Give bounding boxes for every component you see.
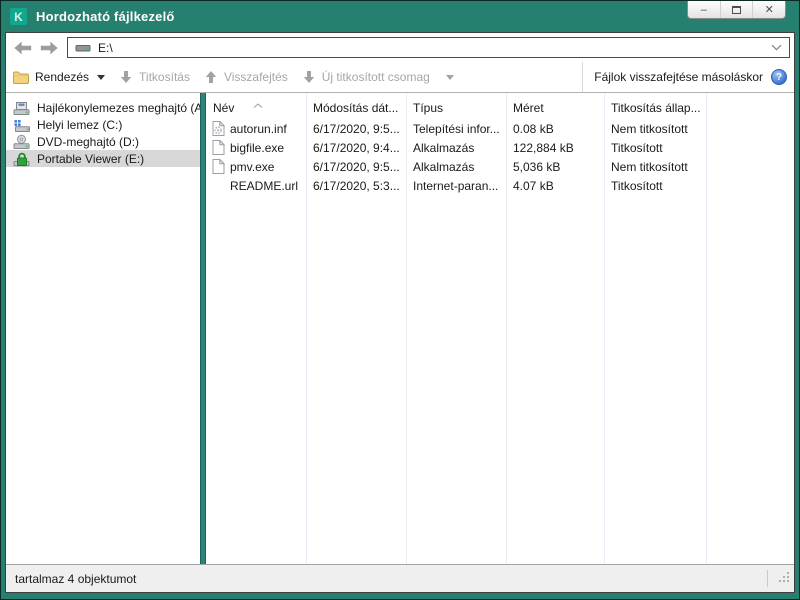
help-question-icon[interactable]: ? xyxy=(771,69,787,85)
address-combobox[interactable]: E:\ xyxy=(67,37,790,58)
new-package-dropdown-icon xyxy=(446,75,454,80)
encrypt-button[interactable]: Titkosítás xyxy=(119,70,190,84)
file-size: 5,036 kB xyxy=(506,160,604,174)
maximize-button[interactable] xyxy=(720,1,753,18)
dvd-drive-icon xyxy=(13,134,31,150)
client-area: E:\ Rendezés xyxy=(5,32,795,593)
column-separator[interactable] xyxy=(306,93,307,564)
close-button[interactable]: ✕ xyxy=(752,1,785,18)
sidebar-item-label: Hajlékonylemezes meghajtó (A:) xyxy=(37,101,200,115)
sidebar-item-label: Helyi lemez (C:) xyxy=(37,118,122,132)
file-encryption-status: Titkosított xyxy=(604,179,706,193)
arrange-button[interactable]: Rendezés xyxy=(13,70,105,84)
drive-icon xyxy=(75,42,91,54)
new-encrypted-package-label: Új titkosított csomag xyxy=(322,70,430,84)
minimize-icon: – xyxy=(701,4,707,16)
back-button[interactable] xyxy=(10,38,36,58)
file-modified: 6/17/2020, 5:3... xyxy=(306,179,406,193)
chevron-down-icon[interactable] xyxy=(771,44,782,51)
window-controls: – ✕ xyxy=(687,1,786,19)
file-encryption-status: Nem titkosított xyxy=(604,122,706,136)
encrypt-label: Titkosítás xyxy=(139,70,190,84)
file-modified: 6/17/2020, 9:5... xyxy=(306,160,406,174)
file-type: Telepítési infor... xyxy=(406,122,506,136)
file-size: 122,884 kB xyxy=(506,141,604,155)
arrange-label: Rendezés xyxy=(35,70,89,84)
toolbar: Rendezés Titkosítás Visszafejtés xyxy=(6,62,794,93)
arrow-up-icon xyxy=(204,70,218,84)
file-name: autorun.inf xyxy=(230,122,287,136)
setup-info-file-icon xyxy=(212,121,225,136)
file-icon xyxy=(212,140,225,155)
file-encryption-status: Nem titkosított xyxy=(604,160,706,174)
column-header-encryption-status[interactable]: Titkosítás állap... xyxy=(604,101,706,115)
file-modified: 6/17/2020, 9:4... xyxy=(306,141,406,155)
folder-icon xyxy=(13,71,29,84)
decrypt-button[interactable]: Visszafejtés xyxy=(204,70,288,84)
help-glyph: ? xyxy=(776,72,782,83)
column-separator[interactable] xyxy=(604,93,605,564)
status-bar: tartalmaz 4 objektumot xyxy=(6,564,794,592)
kaspersky-logo-icon: K xyxy=(10,8,27,25)
kaspersky-logo-glyph: K xyxy=(14,10,23,24)
decrypt-on-copy-label: Fájlok visszafejtése másoláskor xyxy=(594,70,763,84)
back-arrow-icon xyxy=(13,40,33,56)
file-name: README.url xyxy=(230,179,298,193)
window-title: Hordozható fájlkezelő xyxy=(36,9,175,24)
sidebar-item-floppy-a[interactable]: Hajlékonylemezes meghajtó (A:) xyxy=(6,99,200,116)
app-window: K Hordozható fájlkezelő – ✕ xyxy=(1,1,799,599)
column-separator[interactable] xyxy=(506,93,507,564)
sidebar-item-portable-viewer-e[interactable]: Portable Viewer (E:) xyxy=(6,150,200,167)
floppy-drive-icon xyxy=(13,100,31,116)
sidebar-item-local-disk-c[interactable]: Helyi lemez (C:) xyxy=(6,116,200,133)
decrypt-label: Visszafejtés xyxy=(224,70,288,84)
column-header-type[interactable]: Típus xyxy=(406,101,506,115)
close-icon: ✕ xyxy=(765,3,774,16)
drive-sidebar: Hajlékonylemezes meghajtó (A:) xyxy=(6,93,200,564)
file-type: Alkalmazás xyxy=(406,141,506,155)
forward-button[interactable] xyxy=(36,38,62,58)
status-text: tartalmaz 4 objektumot xyxy=(15,572,136,586)
file-size: 4.07 kB xyxy=(506,179,604,193)
file-modified: 6/17/2020, 9:5... xyxy=(306,122,406,136)
sidebar-item-label: DVD-meghajtó (D:) xyxy=(37,135,139,149)
decrypt-on-copy-setting: Fájlok visszafejtése másoláskor ? xyxy=(582,62,787,92)
column-header-modified[interactable]: Módosítás dát... xyxy=(306,101,406,115)
file-name: pmv.exe xyxy=(230,160,274,174)
column-header-size[interactable]: Méret xyxy=(506,101,604,115)
sort-ascending-icon xyxy=(253,95,263,113)
forward-arrow-icon xyxy=(39,40,59,56)
column-separator[interactable] xyxy=(406,93,407,564)
status-separator xyxy=(767,570,768,587)
screen: K Hordozható fájlkezelő – ✕ xyxy=(0,0,800,600)
maximize-icon xyxy=(732,6,741,14)
file-name: bigfile.exe xyxy=(230,141,284,155)
address-path: E:\ xyxy=(98,41,764,55)
resize-grip[interactable] xyxy=(778,571,791,589)
sidebar-item-label: Portable Viewer (E:) xyxy=(37,152,144,166)
local-disk-icon xyxy=(13,117,31,133)
sidebar-item-dvd-d[interactable]: DVD-meghajtó (D:) xyxy=(6,133,200,150)
new-encrypted-package-button[interactable]: Új titkosított csomag xyxy=(302,70,454,84)
file-encryption-status: Titkosított xyxy=(604,141,706,155)
address-bar: E:\ xyxy=(6,33,794,62)
file-list-header: Név Módosítás dát... Típus Méret Titkosí… xyxy=(206,93,794,119)
arrange-dropdown-icon xyxy=(97,75,105,80)
titlebar[interactable]: K Hordozható fájlkezelő xyxy=(1,1,799,32)
minimize-button[interactable]: – xyxy=(688,1,720,18)
arrow-down-icon xyxy=(119,70,133,84)
file-icon xyxy=(212,159,225,174)
no-icon xyxy=(212,178,225,193)
file-list-pane: Név Módosítás dát... Típus Méret Titkosí… xyxy=(206,93,794,564)
encrypted-drive-icon xyxy=(13,151,31,167)
column-separator[interactable] xyxy=(706,93,707,564)
main-area: Hajlékonylemezes meghajtó (A:) xyxy=(6,93,794,564)
file-size: 0.08 kB xyxy=(506,122,604,136)
file-type: Internet-paran... xyxy=(406,179,506,193)
arrow-down-icon xyxy=(302,70,316,84)
file-type: Alkalmazás xyxy=(406,160,506,174)
